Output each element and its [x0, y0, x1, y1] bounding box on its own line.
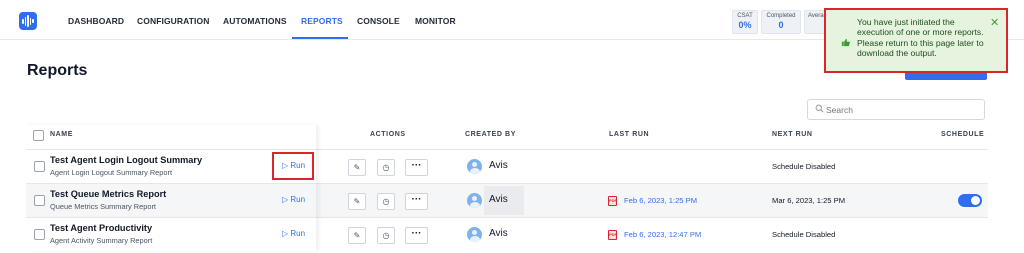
last-run-link[interactable]: Feb 6, 2023, 1:25 PM: [624, 196, 697, 205]
completed-value: 0: [778, 20, 784, 30]
pdf-download-icon[interactable]: PDF: [608, 230, 617, 240]
more-options-icon[interactable]: ···: [405, 159, 428, 176]
sticky-name-column: [26, 125, 316, 251]
created-by: Avis: [489, 194, 508, 205]
nav-dashboard[interactable]: DASHBOARD: [68, 16, 124, 26]
nav-reports[interactable]: REPORTS: [301, 16, 343, 26]
avatar: [467, 193, 482, 208]
active-tab-indicator: [292, 37, 348, 39]
average-label: Averag: [808, 13, 826, 19]
next-run: Schedule Disabled: [772, 162, 836, 171]
edit-icon[interactable]: ✎: [348, 193, 366, 210]
history-icon[interactable]: ◷: [377, 227, 395, 244]
search-input[interactable]: [826, 102, 976, 117]
history-icon[interactable]: ◷: [377, 159, 395, 176]
thumbs-up-icon: [841, 38, 850, 49]
toast-close-icon[interactable]: ✕: [990, 16, 999, 29]
completed-label: Completed: [766, 13, 796, 19]
pdf-download-icon[interactable]: PDF: [608, 196, 617, 206]
more-options-icon[interactable]: ···: [405, 193, 428, 210]
header-schedule: SCHEDULE: [941, 131, 985, 138]
page-title: Reports: [27, 62, 88, 79]
header-created-by: CREATED BY: [465, 131, 516, 138]
nav-monitor[interactable]: MONITOR: [415, 16, 456, 26]
more-options-icon[interactable]: ···: [405, 227, 428, 244]
nav-console[interactable]: CONSOLE: [357, 16, 400, 26]
toast-message: You have just initiated the execution of…: [857, 17, 984, 58]
header-actions: ACTIONS: [370, 131, 406, 138]
avatar: [467, 159, 482, 174]
search-icon: [815, 104, 824, 115]
history-icon[interactable]: ◷: [377, 193, 395, 210]
avatar: [467, 227, 482, 242]
toast-notification: You have just initiated the execution of…: [824, 8, 1008, 73]
run-button-highlight: [272, 152, 314, 180]
next-run: Schedule Disabled: [772, 230, 836, 239]
csat-value: 0%: [738, 20, 752, 30]
created-by: Avis: [489, 160, 508, 171]
header-last-run: LAST RUN: [609, 131, 650, 138]
edit-icon[interactable]: ✎: [348, 227, 366, 244]
search-box[interactable]: [807, 99, 985, 120]
app-logo-icon[interactable]: [19, 12, 37, 30]
last-run-link[interactable]: Feb 6, 2023, 12:47 PM: [624, 230, 701, 239]
next-run: Mar 6, 2023, 1:25 PM: [772, 196, 846, 205]
nav-automations[interactable]: AUTOMATIONS: [223, 16, 287, 26]
csat-stat: CSAT 0%: [732, 10, 758, 34]
created-by: Avis: [489, 228, 508, 239]
csat-label: CSAT: [737, 13, 753, 19]
edit-icon[interactable]: ✎: [348, 159, 366, 176]
average-stat: Averag: [804, 10, 826, 34]
schedule-toggle[interactable]: [958, 194, 982, 207]
header-next-run: NEXT RUN: [772, 131, 813, 138]
completed-stat: Completed 0: [761, 10, 801, 34]
nav-configuration[interactable]: CONFIGURATION: [137, 16, 209, 26]
